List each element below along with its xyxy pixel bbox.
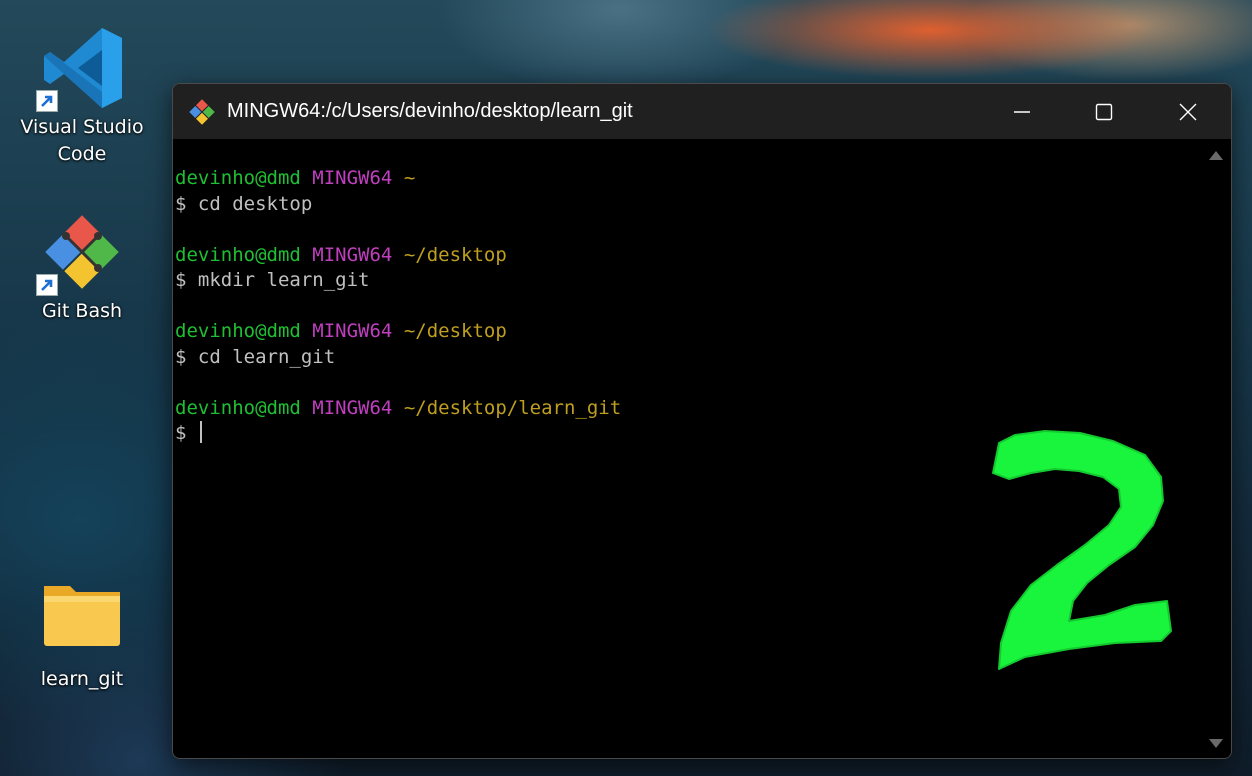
shortcut-arrow-icon [36, 90, 58, 112]
prompt-path: ~/desktop [403, 243, 507, 266]
shortcut-arrow-icon [36, 274, 58, 296]
prompt-line: devinho@dmd MINGW64 ~/desktop/learn_git [175, 396, 1201, 422]
annotation-stroke [992, 430, 1172, 670]
text-cursor [199, 421, 202, 443]
close-button[interactable] [1147, 84, 1229, 139]
desktop-icon-label: Git Bash [41, 300, 123, 322]
command-line: $ cd learn_git [175, 345, 336, 368]
prompt-path: ~/desktop/learn_git [403, 396, 622, 419]
desktop-icon-learn-git-folder[interactable]: learn_git [17, 574, 147, 693]
command-prompt: $ [175, 422, 198, 444]
step-number-annotation [985, 425, 1180, 675]
prompt-user: devinho@dmd [175, 243, 301, 266]
desktop-icon-label: learn_git [40, 668, 124, 690]
folder-icon [36, 574, 128, 666]
scroll-up-arrow-icon[interactable] [1209, 151, 1223, 160]
prompt-line: devinho@dmd MINGW64 ~/desktop [175, 243, 1201, 269]
prompt-user: devinho@dmd [175, 396, 301, 419]
prompt-host: MINGW64 [312, 243, 393, 266]
prompt-user: devinho@dmd [175, 320, 301, 342]
minimize-icon [1014, 110, 1030, 113]
maximize-icon [1095, 103, 1113, 120]
prompt-host: MINGW64 [312, 320, 393, 342]
command-line: $ cd desktop [175, 192, 313, 215]
minimize-button[interactable] [981, 84, 1063, 139]
prompt-line: devinho@dmd MINGW64 ~/desktop [175, 319, 1201, 345]
maximize-button[interactable] [1063, 84, 1145, 139]
git-bash-icon [187, 97, 217, 127]
prompt-path: ~/desktop [403, 320, 507, 342]
git-bash-icon [36, 206, 128, 298]
prompt-user: devinho@dmd [175, 167, 301, 189]
window-titlebar[interactable]: MINGW64:/c/Users/devinho/desktop/learn_g… [173, 84, 1231, 139]
scroll-down-arrow-icon[interactable] [1209, 739, 1223, 748]
close-icon [1179, 103, 1197, 120]
command-line: $ mkdir learn_git [175, 269, 370, 291]
desktop-icon-label: Visual Studio Code [20, 116, 144, 165]
desktop: Visual Studio Code Git Bash learn_git MI… [0, 0, 1252, 776]
vertical-scrollbar[interactable] [1201, 139, 1231, 758]
window-title: MINGW64:/c/Users/devinho/desktop/learn_g… [227, 100, 633, 122]
vscode-icon [36, 22, 128, 114]
prompt-host: MINGW64 [312, 167, 393, 189]
desktop-icon-git-bash[interactable]: Git Bash [17, 206, 147, 325]
prompt-host: MINGW64 [312, 396, 393, 419]
prompt-path: ~ [403, 167, 416, 189]
desktop-icon-vscode[interactable]: Visual Studio Code [17, 22, 147, 168]
prompt-line: devinho@dmd MINGW64 ~ [175, 166, 1201, 192]
